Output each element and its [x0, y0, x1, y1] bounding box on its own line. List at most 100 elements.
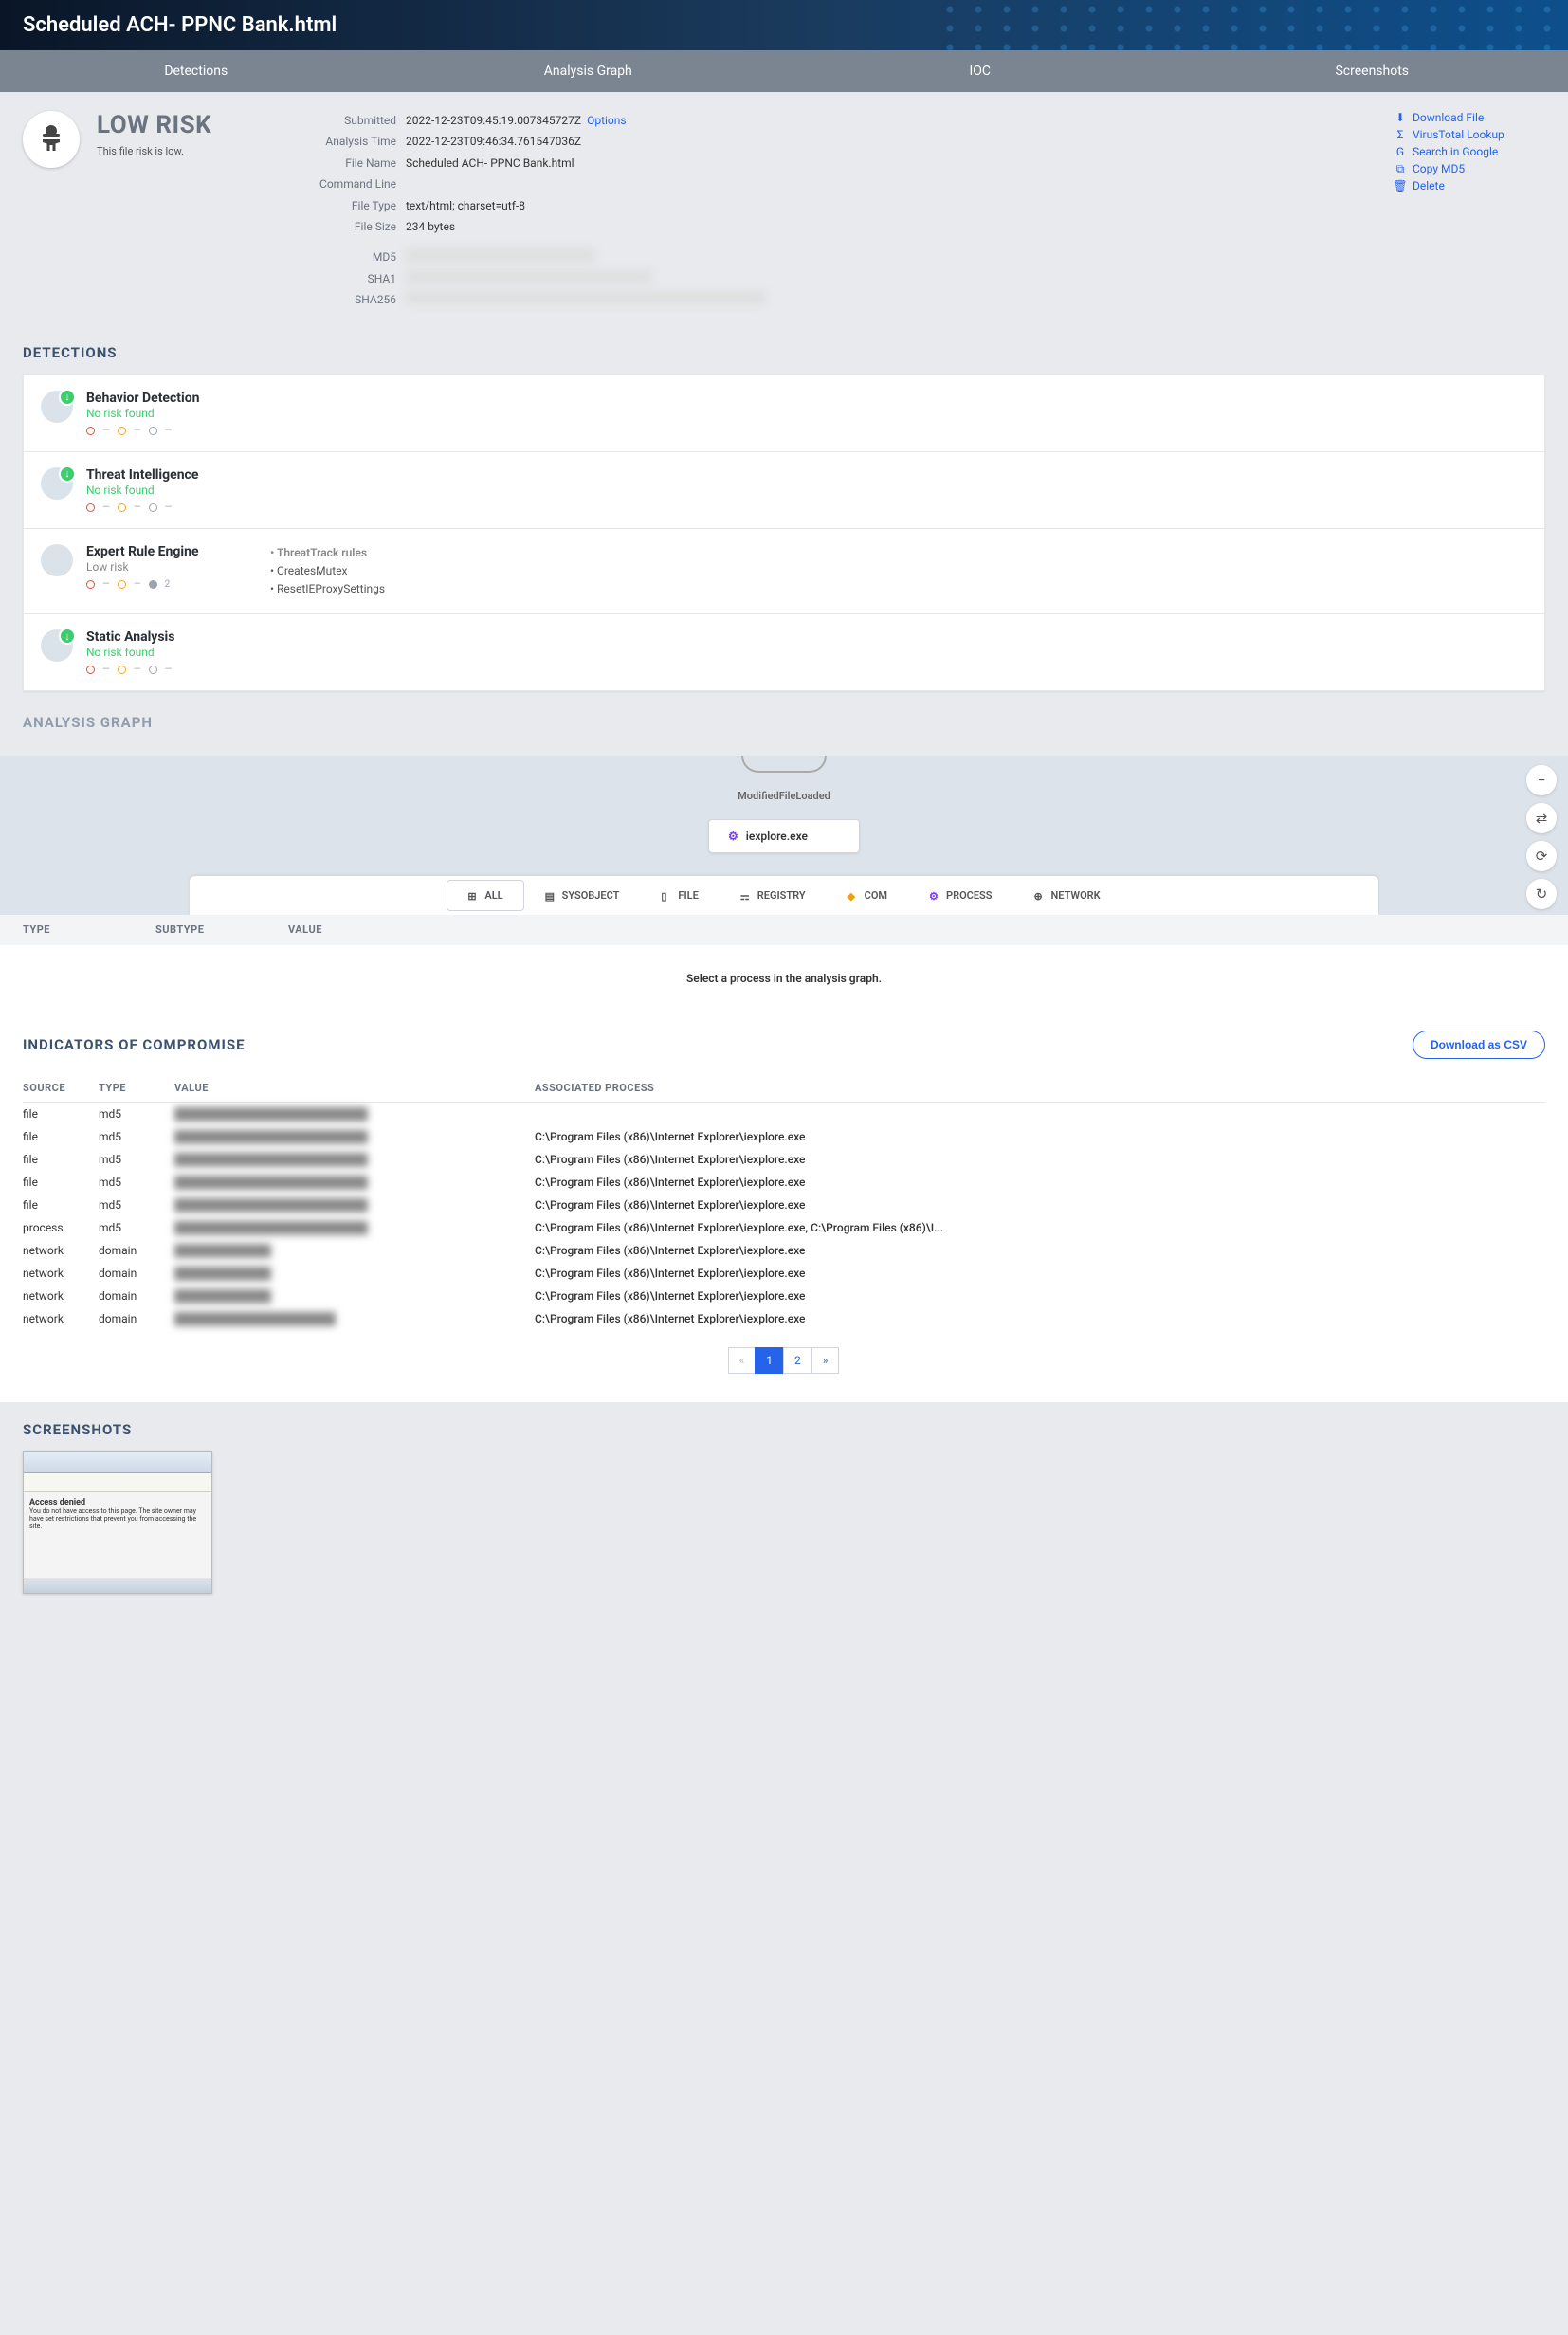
detection-icon: ↓ [41, 391, 73, 423]
detection-row[interactable]: ↓ Static AnalysisNo risk found ——— [24, 614, 1544, 690]
ioc-row[interactable]: filemd5████████████████████████C:\Progra… [23, 1148, 1545, 1171]
ioc-row[interactable]: networkdomain████████████████████C:\Prog… [23, 1307, 1545, 1330]
detection-severity-dots: ——2 [86, 579, 238, 590]
ioc-row[interactable]: networkdomain████████████C:\Program File… [23, 1239, 1545, 1262]
analysis-graph-canvas[interactable]: ModifiedFileLoaded ⚙ iexplore.exe − ⇄ ⟳ … [0, 756, 1568, 915]
reorder-button[interactable]: ⇄ [1526, 803, 1557, 833]
sha1-value [406, 271, 652, 283]
virustotal-link[interactable]: ΣVirusTotal Lookup [1394, 128, 1545, 141]
graph-table-header: TYPE SUBTYPE VALUE [0, 914, 1568, 945]
filter-network[interactable]: ⊕NETWORK [1012, 876, 1121, 915]
download-icon: ⬇ [1394, 111, 1407, 124]
detection-details [251, 467, 1527, 513]
metadata-list: Submitted2022-12-23T09:45:19.007345727ZO… [292, 111, 1371, 310]
ioc-heading: INDICATORS OF COMPROMISE [23, 1036, 246, 1053]
actions-panel: ⬇Download File ΣVirusTotal Lookup GSearc… [1394, 111, 1545, 310]
graph-node-iexplore[interactable]: ⚙ iexplore.exe [708, 819, 860, 853]
md5-value [406, 249, 595, 261]
detection-row[interactable]: ↓Behavior DetectionNo risk found——— [24, 375, 1544, 452]
detection-icon: ↓ [41, 467, 73, 500]
delete-link[interactable]: 🗑Delete [1394, 179, 1545, 192]
grid-icon: ⊞ [467, 890, 479, 902]
tab-detections[interactable]: Detections [0, 50, 392, 92]
ioc-row[interactable]: processmd5████████████████████████C:\Pro… [23, 1216, 1545, 1239]
ioc-pagination: « 1 2 » [23, 1347, 1545, 1374]
ioc-row[interactable]: networkdomain████████████C:\Program File… [23, 1285, 1545, 1307]
detection-name: Behavior Detection [86, 391, 238, 406]
file-icon: ▯ [661, 890, 672, 902]
trash-icon: 🗑 [1394, 179, 1407, 192]
summary-panel: LOW RISK This file risk is low. Submitte… [0, 92, 1568, 333]
detection-details [251, 391, 1527, 436]
refresh-button[interactable]: ⟳ [1526, 841, 1557, 871]
check-badge-icon: ↓ [59, 465, 76, 483]
detection-severity-dots: ——— [86, 665, 238, 675]
com-icon: ◆ [848, 890, 859, 902]
graph-table-empty: Select a process in the analysis graph. [0, 945, 1568, 1012]
ioc-row[interactable]: filemd5████████████████████████C:\Progra… [23, 1194, 1545, 1216]
google-icon: G [1394, 145, 1407, 158]
detection-name: Threat Intelligence [86, 467, 238, 483]
detection-name: Static Analysis [86, 629, 238, 645]
tab-screenshots[interactable]: Screenshots [1176, 50, 1568, 92]
screenshots-heading: SCREENSHOTS [23, 1421, 1545, 1438]
graph-edge-label: ModifiedFileLoaded [0, 790, 1568, 802]
ioc-row[interactable]: filemd5████████████████████████C:\Progra… [23, 1125, 1545, 1148]
filter-sysobject[interactable]: ▤SYSOBJECT [524, 876, 641, 915]
network-icon: ⊕ [1033, 890, 1045, 902]
filter-registry[interactable]: ⚎REGISTRY [720, 876, 827, 915]
detection-details: • ThreatTrack rulesCreatesMutexResetIEPr… [251, 544, 1527, 599]
analysis-graph-heading: ANALYSIS GRAPH [23, 714, 1545, 731]
file-title: Scheduled ACH- PPNC Bank.html [23, 13, 337, 37]
process-icon: ⚙ [929, 890, 940, 902]
pager-page-1[interactable]: 1 [755, 1347, 784, 1374]
filter-file[interactable]: ▯FILE [640, 876, 719, 915]
google-search-link[interactable]: GSearch in Google [1394, 145, 1545, 158]
screenshot-thumbnail[interactable]: Access denied You do not have access to … [23, 1451, 212, 1594]
ioc-row[interactable]: filemd5████████████████████████ [23, 1103, 1545, 1125]
ioc-table-header: SOURCE TYPE VALUE ASSOCIATED PROCESS [23, 1074, 1545, 1103]
filter-com[interactable]: ◆COM [827, 876, 908, 915]
pager-page-2[interactable]: 2 [783, 1347, 812, 1374]
detections-heading: DETECTIONS [23, 344, 1545, 361]
detection-severity-dots: ——— [86, 502, 238, 513]
copy-icon: ⧉ [1394, 162, 1407, 175]
detections-card: ↓ Behavior Detection No risk found ——— ↓ Thre… [23, 374, 1545, 692]
pager-next[interactable]: » [811, 1347, 840, 1374]
detection-severity-dots: ——— [86, 426, 238, 436]
ioc-row[interactable]: networkdomain████████████C:\Program File… [23, 1262, 1545, 1285]
risk-level: LOW RISK [97, 111, 211, 139]
detection-row[interactable]: Expert Rule EngineLow risk ——2 • ThreatTra… [24, 529, 1544, 615]
check-badge-icon: ↓ [59, 628, 76, 645]
redo-button[interactable]: ↻ [1526, 879, 1557, 909]
registry-icon: ⚎ [740, 890, 752, 902]
copy-md5-link[interactable]: ⧉Copy MD5 [1394, 162, 1545, 175]
graph-edge-arc [741, 756, 827, 773]
download-file-link[interactable]: ⬇Download File [1394, 111, 1545, 124]
detection-icon [41, 544, 73, 576]
ioc-row[interactable]: filemd5████████████████████████C:\Progra… [23, 1171, 1545, 1194]
sha256-value [406, 292, 766, 303]
download-csv-button[interactable]: Download as CSV [1413, 1031, 1545, 1059]
window-title-bar: Scheduled ACH- PPNC Bank.html [0, 0, 1568, 50]
detection-details [251, 629, 1527, 675]
risk-icon [23, 111, 80, 168]
graph-filter-tabs: ⊞ALL ▤SYSOBJECT ▯FILE ⚎REGISTRY ◆COM ⚙PR… [190, 876, 1378, 915]
detection-name: Expert Rule Engine [86, 544, 238, 559]
zoom-out-button[interactable]: − [1526, 765, 1557, 795]
detection-status: No risk found [86, 483, 238, 497]
risk-description: This file risk is low. [97, 145, 211, 157]
check-badge-icon: ↓ [59, 389, 76, 406]
detection-status: No risk found [86, 646, 238, 659]
detection-row[interactable]: ↓ Threat IntelligenceNo risk found ——— [24, 452, 1544, 529]
options-link[interactable]: Options [587, 114, 627, 127]
tab-ioc[interactable]: IOC [784, 50, 1176, 92]
detection-status: Low risk [86, 560, 238, 574]
pager-prev[interactable]: « [728, 1347, 757, 1374]
filter-process[interactable]: ⚙PROCESS [908, 876, 1012, 915]
tab-analysis-graph[interactable]: Analysis Graph [392, 50, 785, 92]
sysobject-icon: ▤ [545, 890, 556, 902]
gear-icon: ⚙ [728, 830, 738, 843]
virustotal-icon: Σ [1394, 128, 1407, 141]
filter-all[interactable]: ⊞ALL [447, 880, 523, 911]
